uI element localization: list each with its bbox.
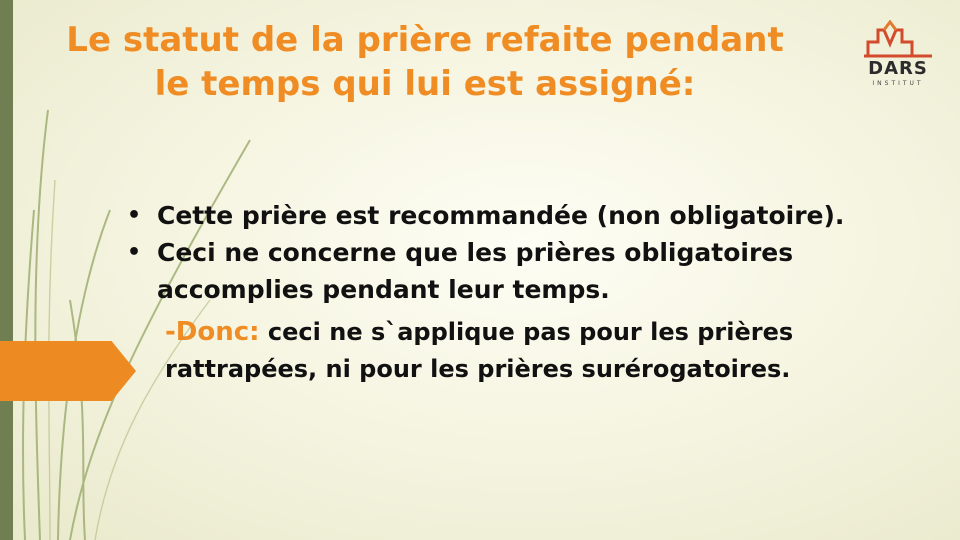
bullet-text: Ceci ne concerne que les prières obligat… <box>157 238 794 304</box>
bullet-list: • Cette prière est recommandée (non obli… <box>127 197 927 308</box>
logo-subtitle: INSTITUT <box>872 80 924 87</box>
logo-word: DARS <box>868 58 928 79</box>
bullet-item: • Ceci ne concerne que les prières oblig… <box>127 234 927 308</box>
conclusion-keyword: -Donc: <box>165 317 260 347</box>
logo-emblem-icon <box>864 19 932 58</box>
bullet-marker: • <box>127 203 142 228</box>
bullet-marker: • <box>127 240 142 265</box>
conclusion-note: -Donc: ceci ne s`applique pas pour les p… <box>165 314 925 388</box>
orange-arrow-tab <box>0 341 136 401</box>
title-line-2: le temps qui lui est assigné: <box>154 64 696 104</box>
bullet-text: Cette prière est recommandée (non obliga… <box>157 201 845 230</box>
bullet-item: • Cette prière est recommandée (non obli… <box>127 197 927 234</box>
conclusion-text: ceci ne s`applique pas pour les prières … <box>165 318 794 383</box>
dars-logo: DARS INSTITUT <box>860 19 940 90</box>
slide-title: Le statut de la prière refaite pendant l… <box>40 18 810 106</box>
title-line-1: Le statut de la prière refaite pendant <box>66 20 784 60</box>
